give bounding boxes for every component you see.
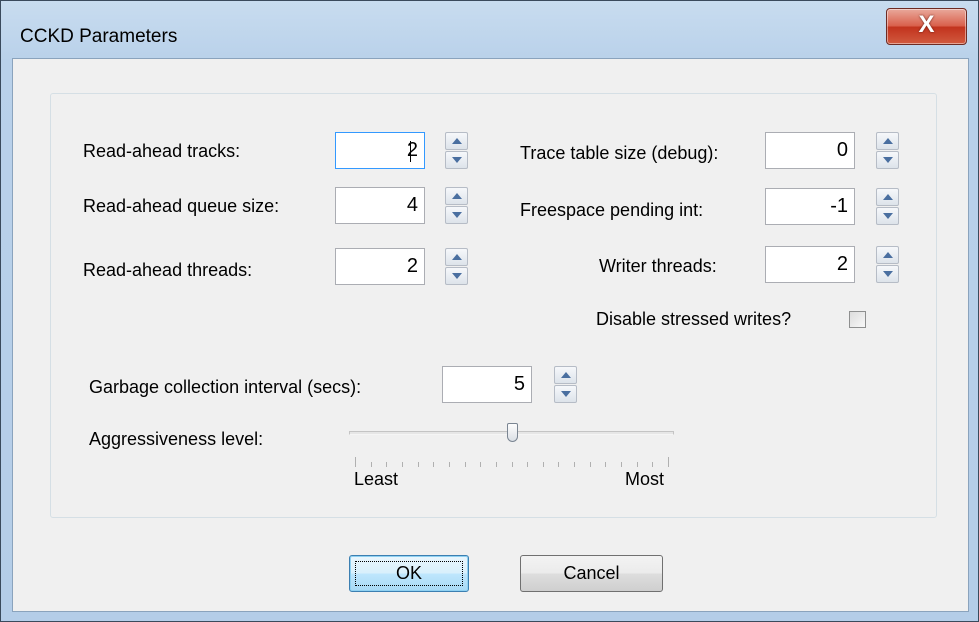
spin-up-arrow-icon (452, 254, 462, 260)
close-button[interactable]: X (886, 8, 967, 45)
read-ahead-queue-size-spinner[interactable] (445, 187, 468, 224)
spin-up-arrow-icon (452, 193, 462, 199)
spin-up-button[interactable] (445, 132, 468, 150)
slider-tick (386, 462, 387, 467)
read-ahead-queue-size-input[interactable] (336, 188, 424, 223)
spin-down-button[interactable] (445, 151, 468, 169)
slider-min-label: Least (354, 469, 399, 489)
freespace-pending-int-field[interactable] (765, 188, 855, 225)
gc-interval-field[interactable] (442, 366, 532, 403)
spin-down-arrow-icon (452, 212, 462, 218)
aggressiveness-label: Aggressiveness level: (89, 429, 264, 449)
slider-tick (558, 462, 559, 467)
trace-table-size-input[interactable] (766, 133, 854, 168)
cancel-button-label: Cancel (563, 563, 620, 583)
spin-down-button[interactable] (876, 151, 899, 169)
read-ahead-queue-size-label: Read-ahead queue size: (83, 196, 280, 216)
read-ahead-threads-input[interactable] (336, 249, 424, 284)
spin-down-arrow-icon (883, 271, 893, 277)
read-ahead-queue-size-field[interactable] (335, 187, 425, 224)
gc-interval-input[interactable] (443, 367, 531, 402)
spin-down-arrow-icon (452, 157, 462, 163)
freespace-pending-int-spinner[interactable] (876, 188, 899, 225)
slider-tick (433, 462, 434, 467)
focus-rectangle (355, 561, 463, 586)
slider-tick (652, 462, 653, 467)
read-ahead-tracks-spinner[interactable] (445, 132, 468, 169)
gc-interval-label: Garbage collection interval (secs): (89, 377, 362, 397)
spin-up-button[interactable] (445, 187, 468, 205)
spin-down-arrow-icon (883, 157, 893, 163)
spin-up-arrow-icon (883, 138, 893, 144)
read-ahead-threads-label: Read-ahead threads: (83, 260, 253, 280)
spin-up-arrow-icon (883, 194, 893, 200)
slider-tick (543, 462, 544, 467)
slider-tick (371, 462, 372, 467)
spin-down-button[interactable] (554, 385, 577, 403)
slider-tick (590, 462, 591, 467)
spin-down-button[interactable] (876, 207, 899, 225)
spin-down-button[interactable] (445, 267, 468, 285)
spin-up-arrow-icon (452, 138, 462, 144)
spin-down-arrow-icon (883, 213, 893, 219)
spin-down-button[interactable] (445, 206, 468, 224)
slider-tick (402, 462, 403, 467)
aggressiveness-slider-thumb[interactable] (507, 423, 518, 442)
dialog-window: CCKD Parameters X Read-ahead tracks: Rea… (0, 0, 979, 622)
trace-table-size-label: Trace table size (debug): (520, 143, 719, 163)
freespace-pending-int-label: Freespace pending int: (520, 200, 704, 220)
slider-tick (418, 462, 419, 467)
spin-up-button[interactable] (554, 366, 577, 384)
slider-tick (574, 462, 575, 467)
slider-tick (355, 457, 356, 467)
slider-tick (527, 462, 528, 467)
trace-table-size-spinner[interactable] (876, 132, 899, 169)
spin-down-arrow-icon (452, 273, 462, 279)
writer-threads-label: Writer threads: (599, 256, 717, 276)
spin-down-arrow-icon (561, 391, 571, 397)
spin-down-button[interactable] (876, 265, 899, 283)
spin-up-button[interactable] (876, 132, 899, 150)
dialog-client-area: Read-ahead tracks: Read-ahead queue size… (12, 58, 969, 612)
slider-tick (465, 462, 466, 467)
trace-table-size-field[interactable] (765, 132, 855, 169)
spin-up-arrow-icon (561, 372, 571, 378)
freespace-pending-int-input[interactable] (766, 189, 854, 224)
slider-tick (449, 462, 450, 467)
read-ahead-tracks-label: Read-ahead tracks: (83, 141, 241, 161)
slider-tick (605, 462, 606, 467)
slider-max-label: Most (625, 469, 665, 489)
window-title: CCKD Parameters (20, 26, 178, 47)
read-ahead-threads-spinner[interactable] (445, 248, 468, 285)
cancel-button[interactable]: Cancel (520, 555, 663, 592)
slider-tick (668, 457, 669, 467)
writer-threads-input[interactable] (766, 247, 854, 282)
read-ahead-tracks-field[interactable] (335, 132, 425, 169)
read-ahead-threads-field[interactable] (335, 248, 425, 285)
text-caret (410, 141, 411, 162)
slider-tick (480, 462, 481, 467)
writer-threads-field[interactable] (765, 246, 855, 283)
spin-up-button[interactable] (876, 188, 899, 206)
slider-tick (512, 462, 513, 467)
spin-up-button[interactable] (876, 246, 899, 264)
slider-tick (637, 462, 638, 467)
disable-stressed-writes-checkbox[interactable] (849, 311, 866, 328)
gc-interval-spinner[interactable] (554, 366, 577, 403)
ok-button[interactable]: OK (349, 555, 469, 592)
spin-up-button[interactable] (445, 248, 468, 266)
spin-up-arrow-icon (883, 252, 893, 258)
slider-tick (621, 462, 622, 467)
close-icon: X (918, 11, 935, 38)
writer-threads-spinner[interactable] (876, 246, 899, 283)
slider-tick (496, 462, 497, 467)
disable-stressed-writes-label: Disable stressed writes? (596, 309, 792, 329)
title-bar[interactable]: CCKD Parameters X (1, 1, 978, 57)
